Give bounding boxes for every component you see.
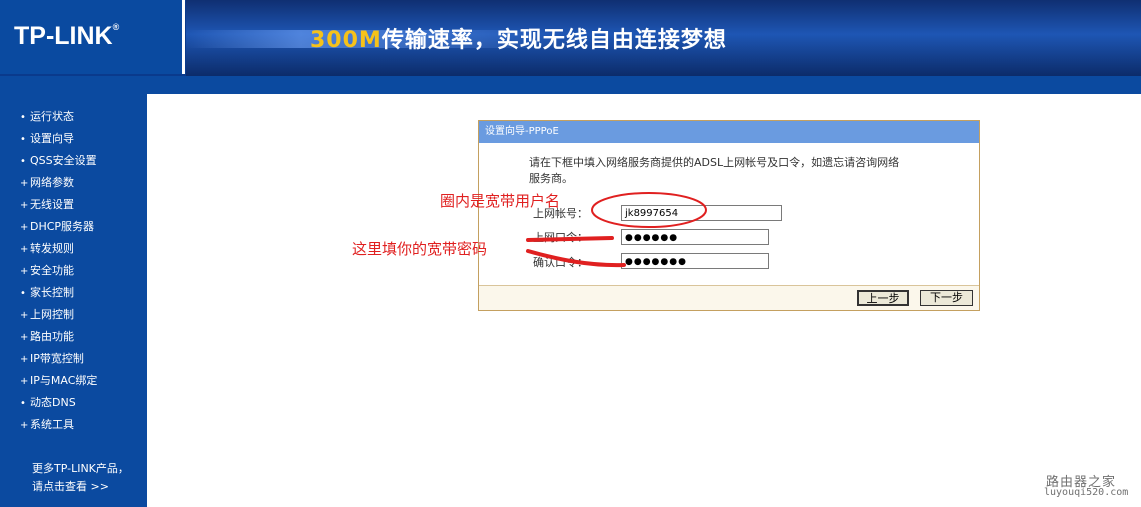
password-underline [526,236,614,242]
watermark-url: luyouqi520.com [1044,487,1129,498]
annotation-strokes [526,192,707,268]
username-highlight-circle [591,192,707,228]
confirm-underline [526,249,626,268]
